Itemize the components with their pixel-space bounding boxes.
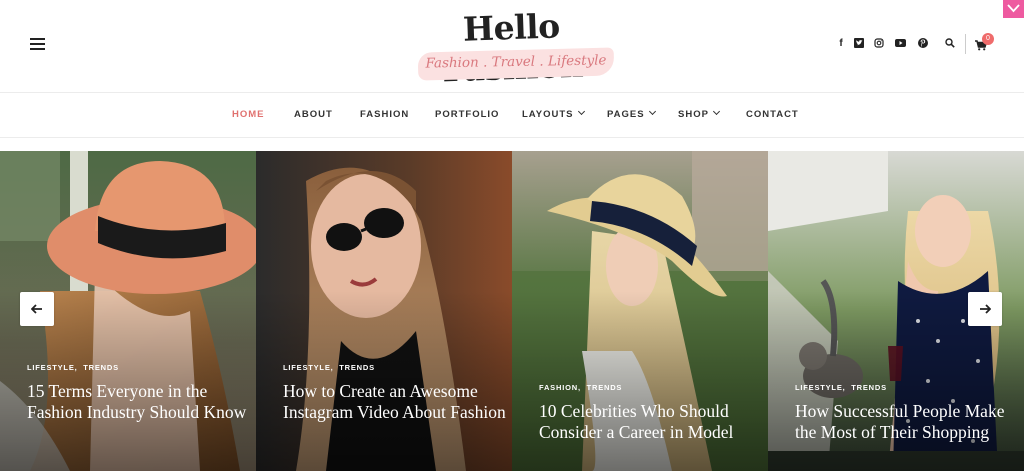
category-link[interactable]: TRENDS [851, 383, 887, 392]
nav-item-about[interactable]: ABOUT [294, 109, 333, 120]
menu-toggle-icon[interactable] [30, 38, 45, 50]
chevron-down-icon [712, 107, 720, 116]
arrow-right-icon [980, 304, 991, 314]
arrow-left-icon [31, 304, 42, 314]
featured-slider: LIFESTYLE, TRENDS 15 Terms Everyone in t… [0, 151, 1024, 471]
nav-item-contact[interactable]: CONTACT [746, 109, 799, 120]
logo-tagline: Fashion . Travel . Lifestyle [425, 52, 607, 72]
slide-categories: LIFESTYLE, TRENDS [283, 363, 375, 372]
chevron-down-icon [1007, 4, 1020, 13]
category-link[interactable]: TRENDS [339, 363, 375, 372]
nav-item-layouts[interactable]: LAYOUTS [522, 107, 585, 120]
nav-item-label: PORTFOLIO [435, 109, 500, 120]
nav-item-label: SHOP [678, 109, 709, 120]
slider-prev-button[interactable] [20, 292, 54, 326]
nav-item-label: PAGES [607, 109, 645, 120]
nav-item-fashion[interactable]: FASHION [360, 109, 409, 120]
slider-next-button[interactable] [968, 292, 1002, 326]
slide-categories: LIFESTYLE, TRENDS [27, 363, 119, 372]
nav-item-portfolio[interactable]: PORTFOLIO [435, 109, 499, 120]
pinterest-icon[interactable] [918, 38, 928, 48]
slide-title[interactable]: 15 Terms Everyone in the Fashion Industr… [27, 381, 252, 422]
slide-title[interactable]: How to Create an Awesome Instagram Video… [283, 381, 508, 422]
slide-2[interactable]: LIFESTYLE, TRENDS How to Create an Aweso… [256, 151, 512, 471]
category-link[interactable]: LIFESTYLE [283, 363, 331, 372]
instagram-icon[interactable] [874, 38, 884, 48]
logo-tagline-wrap: Fashion . Travel . Lifestyle [417, 47, 615, 81]
category-link[interactable]: LIFESTYLE [795, 383, 843, 392]
slide-title[interactable]: How Successful People Make the Most of T… [795, 401, 1020, 442]
chevron-down-icon [577, 107, 585, 116]
nav-item-label: FASHION [360, 109, 410, 120]
nav-item-pages[interactable]: PAGES [607, 107, 656, 120]
site-logo[interactable]: Hello Fashion Fashion . Travel . Lifesty… [402, 6, 622, 89]
facebook-icon[interactable]: f [836, 38, 846, 49]
nav-item-home[interactable]: HOME [232, 109, 265, 120]
nav-item-label: CONTACT [746, 109, 799, 120]
category-link[interactable]: LIFESTYLE [27, 363, 75, 372]
nav-item-label: LAYOUTS [522, 109, 574, 120]
youtube-icon[interactable] [895, 39, 906, 47]
chevron-down-icon [648, 107, 656, 116]
nav-item-label: HOME [232, 109, 265, 120]
main-navigation: HOME ABOUT FASHION PORTFOLIO LAYOUTS PAG… [0, 92, 1024, 138]
twitter-icon[interactable] [854, 38, 864, 48]
slide-categories: LIFESTYLE, TRENDS [795, 383, 887, 392]
slide-title[interactable]: 10 Celebrities Who Should Consider a Car… [539, 401, 764, 442]
header-divider [965, 34, 966, 54]
category-link[interactable]: FASHION [539, 383, 578, 392]
site-header: Hello Fashion Fashion . Travel . Lifesty… [0, 0, 1024, 92]
cart-count-badge: 0 [982, 33, 994, 45]
slide-shade [512, 291, 768, 471]
category-link[interactable]: TRENDS [587, 383, 623, 392]
slide-3[interactable]: FASHION, TRENDS 10 Celebrities Who Shoul… [512, 151, 768, 471]
nav-item-shop[interactable]: SHOP [678, 107, 720, 120]
category-link[interactable]: TRENDS [83, 363, 119, 372]
search-icon[interactable] [945, 38, 955, 48]
nav-item-label: ABOUT [294, 109, 333, 120]
corner-toggle[interactable] [1003, 0, 1024, 18]
slide-categories: FASHION, TRENDS [539, 383, 623, 392]
